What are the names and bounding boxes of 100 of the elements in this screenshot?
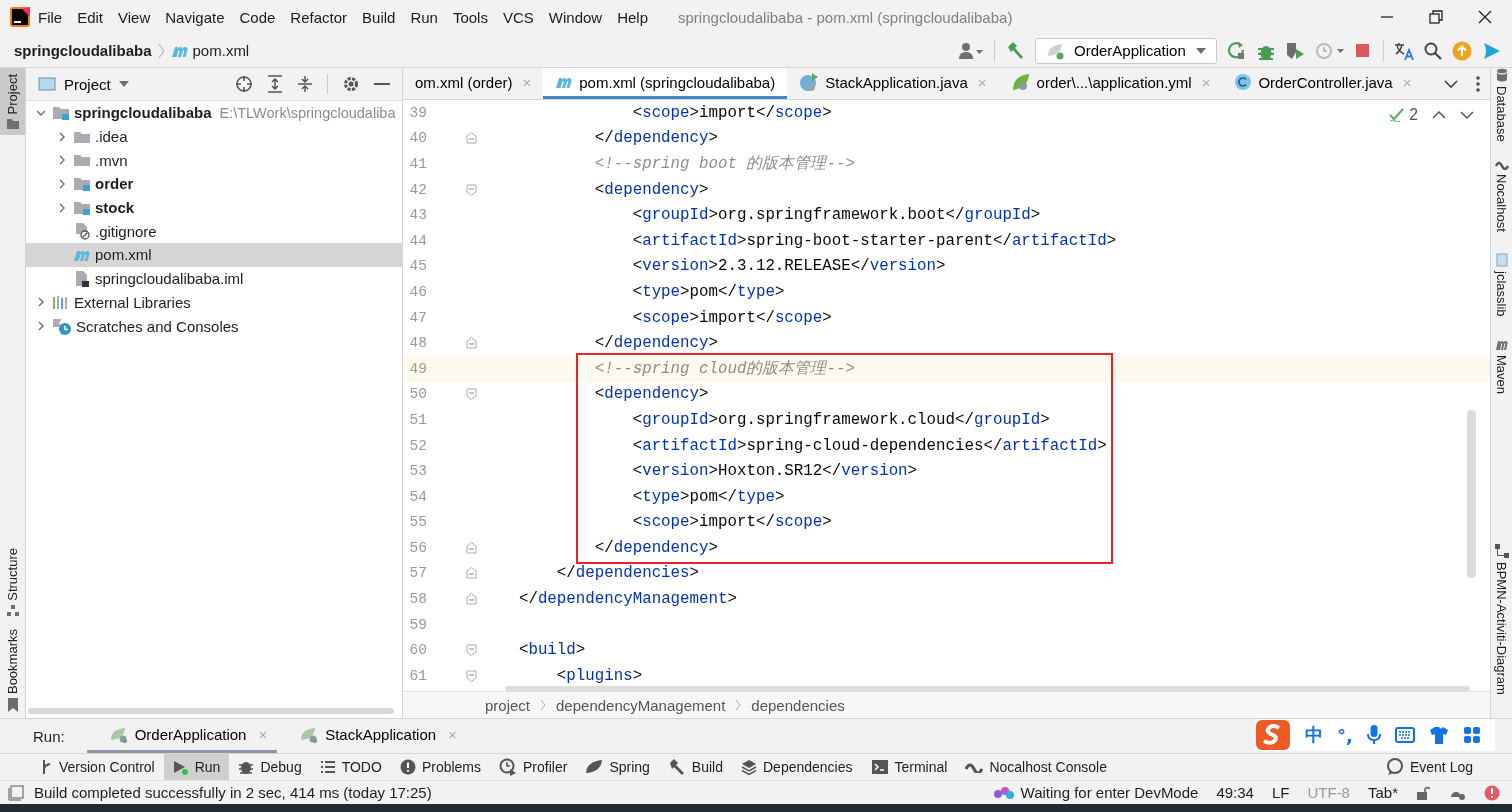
microphone-icon[interactable] <box>1366 725 1381 745</box>
indent-setting[interactable]: Tab* <box>1367 784 1398 801</box>
side-tab[interactable]: Bookmarks <box>0 622 25 718</box>
run-configuration-dropdown[interactable]: OrderApplication <box>1035 37 1217 64</box>
hammer-icon[interactable] <box>1005 40 1025 61</box>
more-icon[interactable] <box>1476 75 1480 92</box>
tree-item[interactable]: .mvn <box>26 148 402 173</box>
tree-item[interactable]: order <box>26 172 402 196</box>
tree-item[interactable]: External Libraries <box>26 290 402 315</box>
side-tab[interactable]: Project <box>0 68 25 136</box>
run-tab[interactable]: StackApplication × <box>277 719 467 753</box>
keyboard-icon[interactable] <box>1394 727 1415 743</box>
caret-icon[interactable] <box>118 80 129 88</box>
fold-marker-icon[interactable] <box>466 337 477 350</box>
menu-item[interactable]: Run <box>404 5 444 29</box>
menu-item[interactable]: Tools <box>446 5 494 29</box>
scrollbar-thumb[interactable] <box>1467 410 1476 578</box>
close-icon[interactable] <box>1478 10 1492 24</box>
input-mode-button[interactable]: 中 <box>1305 723 1323 747</box>
tool-window-button[interactable]: TODO <box>310 754 391 780</box>
editor-tab[interactable]: StackApplication.java × <box>787 68 999 99</box>
menu-item[interactable]: Help <box>611 5 655 29</box>
tree-item[interactable]: stock <box>26 195 402 220</box>
scrollbar-thumb[interactable] <box>505 686 1470 691</box>
tree-item[interactable]: .idea <box>26 124 402 149</box>
tool-window-button[interactable]: Spring <box>576 754 659 780</box>
breadcrumb-item[interactable]: pom.xml <box>192 42 250 59</box>
tool-window-button[interactable]: Version Control <box>32 754 164 780</box>
fold-marker-icon[interactable] <box>466 644 477 657</box>
profiler-icon[interactable] <box>1315 40 1345 61</box>
tree-item[interactable]: pom.xml <box>26 243 402 267</box>
punctuation-button[interactable]: °, <box>1337 724 1353 746</box>
tool-window-button[interactable]: Dependencies <box>732 754 862 780</box>
menu-item[interactable]: Edit <box>71 5 110 29</box>
side-tab[interactable]: Database <box>1494 68 1509 142</box>
user-icon[interactable] <box>958 41 984 60</box>
panel-toggle-icon[interactable] <box>8 784 24 801</box>
breadcrumb-item[interactable]: project <box>485 696 531 714</box>
tool-window-button[interactable]: Terminal <box>861 754 957 780</box>
menu-item[interactable]: Navigate <box>159 5 231 29</box>
menu-item[interactable]: Refactor <box>284 5 354 29</box>
side-tab[interactable]: Structure <box>0 542 25 623</box>
shirt-icon[interactable] <box>1428 726 1449 744</box>
collapse-all-icon[interactable] <box>297 75 313 93</box>
plugin-logo-icon[interactable] <box>1482 40 1502 61</box>
menu-item[interactable]: Window <box>542 5 609 29</box>
fold-marker-icon[interactable] <box>466 541 477 554</box>
menu-item[interactable]: VCS <box>496 5 540 29</box>
hide-icon[interactable] <box>374 82 390 86</box>
side-tab[interactable]: Nocalhost <box>1494 159 1509 232</box>
menu-item[interactable]: Build <box>356 5 402 29</box>
fold-marker-icon[interactable] <box>466 183 477 196</box>
menu-item[interactable]: File <box>32 5 69 29</box>
breadcrumb-item[interactable]: springcloudalibaba <box>14 42 152 59</box>
translate-icon[interactable] <box>1394 40 1414 61</box>
side-tab[interactable]: jclasslib <box>1494 253 1509 317</box>
project-view-dropdown[interactable]: Project <box>38 75 129 93</box>
caret-position[interactable]: 49:34 <box>1216 784 1254 801</box>
tool-window-button[interactable]: Profiler <box>490 754 577 780</box>
ime-logo-icon[interactable] <box>1255 719 1291 751</box>
side-tab[interactable]: Maven <box>1494 339 1509 394</box>
editor-tab[interactable]: order\...\application.yml × <box>998 68 1223 99</box>
expand-all-icon[interactable] <box>267 75 283 93</box>
menu-item[interactable]: Code <box>233 5 282 29</box>
fold-marker-icon[interactable] <box>466 567 477 580</box>
tool-window-button[interactable]: Nocalhost Console <box>956 754 1116 780</box>
tool-window-button[interactable]: Debug <box>229 754 311 780</box>
editor-tab[interactable]: pom.xml (springcloudalibaba) <box>543 68 788 99</box>
lock-icon[interactable] <box>1416 785 1430 800</box>
settings-icon[interactable] <box>342 75 360 93</box>
tree-item[interactable]: .gitignore <box>26 219 402 244</box>
fold-marker-icon[interactable] <box>466 593 477 606</box>
side-tab[interactable]: BPMN-Activiti-Diagram <box>1494 544 1509 695</box>
tool-window-button[interactable]: Event Log <box>1376 754 1482 780</box>
editor-tab[interactable]: om.xml (order) × <box>403 68 544 99</box>
previous-icon[interactable] <box>1432 110 1446 120</box>
grid-icon[interactable] <box>1462 726 1481 744</box>
fold-marker-icon[interactable] <box>466 669 477 682</box>
tree-item[interactable]: springcloudalibaba.iml <box>26 266 402 291</box>
tool-window-button[interactable]: Problems <box>390 754 490 780</box>
error-icon[interactable] <box>1484 784 1500 801</box>
tree-item[interactable]: Scratches and Consoles <box>26 314 402 338</box>
tree-item[interactable]: springcloudalibaba E:\TLWork\springcloudaliba <box>26 101 402 125</box>
menu-item[interactable]: View <box>112 5 157 29</box>
rerun-icon[interactable] <box>1227 40 1247 61</box>
tool-window-button[interactable]: Build <box>658 754 732 780</box>
editor-tab[interactable]: OrderController.java × <box>1222 68 1424 99</box>
coverage-icon[interactable] <box>1285 40 1305 61</box>
breadcrumb-item[interactable]: dependencies <box>751 696 845 714</box>
search-icon[interactable] <box>1424 41 1442 60</box>
tool-window-button[interactable]: Run <box>163 754 230 780</box>
restore-icon[interactable] <box>1429 10 1443 24</box>
locate-icon[interactable] <box>235 75 253 93</box>
tab-list-icon[interactable] <box>1444 78 1458 89</box>
fold-marker-icon[interactable] <box>466 388 477 401</box>
line-separator[interactable]: LF <box>1271 784 1290 801</box>
caret-icon[interactable] <box>1196 46 1206 55</box>
breadcrumb-item[interactable]: dependencyManagement <box>556 696 726 714</box>
next-icon[interactable] <box>1460 110 1474 120</box>
fold-marker-icon[interactable] <box>466 132 477 145</box>
